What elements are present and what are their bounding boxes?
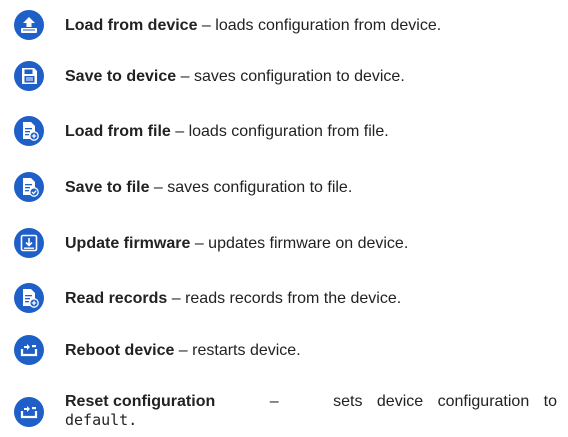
- read-records-icon: [14, 283, 44, 313]
- load-from-device-icon: [14, 10, 44, 40]
- item-description: updates firmware on device.: [208, 235, 409, 252]
- item-description-continued: default.: [65, 411, 138, 429]
- list-item-load-from-file: Load from file – loads configuration fro…: [0, 114, 568, 148]
- list-item-load-from-device: Load from device – loads configuration f…: [0, 8, 568, 42]
- item-separator: –: [149, 179, 168, 196]
- list-item-save-to-device: Save to device – saves configuration to …: [0, 59, 568, 93]
- load-from-file-icon: [14, 116, 44, 146]
- reboot-device-icon: [14, 335, 44, 365]
- list-item-update-firmware: Update firmware – updates firmware on de…: [0, 226, 568, 260]
- item-label: Update firmware: [65, 235, 191, 252]
- item-label: Load from file: [65, 123, 171, 140]
- item-separator: –: [176, 68, 194, 85]
- list-item-text: Read records – reads records from the de…: [65, 289, 557, 308]
- list-item-text: Update firmware – updates firmware on de…: [65, 234, 557, 253]
- item-description: saves configuration to file.: [167, 179, 353, 196]
- item-separator: –: [174, 342, 193, 359]
- item-label: Reboot device: [65, 342, 175, 359]
- save-to-file-icon: [14, 172, 44, 202]
- list-item-text: Reset configuration – sets device config…: [65, 392, 557, 430]
- item-separator: –: [170, 123, 189, 140]
- item-separator: –: [167, 290, 186, 307]
- list-item-reset-configuration: Reset configuration – sets device config…: [0, 391, 568, 435]
- list-item-reboot-device: Reboot device – restarts device.: [0, 333, 568, 367]
- list-item-text: Reboot device – restarts device.: [65, 341, 557, 360]
- item-separator: –: [197, 17, 216, 34]
- item-description: sets device configuration to: [333, 393, 557, 410]
- list-item-text: Save to device – saves configuration to …: [65, 67, 557, 86]
- item-label: Load from device: [65, 17, 198, 34]
- item-separator: –: [190, 235, 209, 252]
- item-description: saves configuration to device.: [193, 68, 405, 85]
- item-label: Save to device: [65, 68, 177, 85]
- item-label: Read records: [65, 290, 168, 307]
- item-label: Save to file: [65, 179, 150, 196]
- item-label: Reset configuration: [65, 393, 216, 410]
- item-description: reads records from the device.: [185, 290, 402, 307]
- update-firmware-icon: [14, 228, 44, 258]
- reset-configuration-icon: [14, 397, 44, 427]
- item-description: restarts device.: [192, 342, 301, 359]
- item-description: loads configuration from file.: [188, 123, 389, 140]
- list-item-text: Load from device – loads configuration f…: [65, 16, 557, 35]
- list-item-text: Save to file – saves configuration to fi…: [65, 178, 557, 197]
- toolbar-legend-list: Load from device – loads configuration f…: [0, 0, 568, 437]
- justified-line: Reset configuration – sets device config…: [65, 392, 557, 411]
- item-separator: –: [269, 393, 279, 410]
- list-item-text: Load from file – loads configuration fro…: [65, 122, 557, 141]
- save-to-device-icon: [14, 61, 44, 91]
- list-item-save-to-file: Save to file – saves configuration to fi…: [0, 170, 568, 204]
- list-item-read-records: Read records – reads records from the de…: [0, 281, 568, 315]
- item-description: loads configuration from device.: [215, 17, 442, 34]
